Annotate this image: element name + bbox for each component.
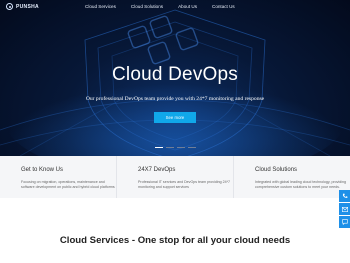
nav-item-about-us[interactable]: About Us xyxy=(178,4,197,9)
carousel-dot[interactable] xyxy=(177,147,185,148)
hero-banner: PUNSHA Cloud Services Cloud Solutions Ab… xyxy=(0,0,350,156)
nav-item-cloud-solutions[interactable]: Cloud Solutions xyxy=(131,4,163,9)
nav-item-contact-us[interactable]: Contact Us xyxy=(212,4,235,9)
feature-strip: Get to Know Us Focusing on migration, op… xyxy=(0,156,350,198)
hero-title: Cloud DevOps xyxy=(112,64,238,85)
brand-logo[interactable]: PUNSHA xyxy=(6,3,39,10)
see-more-button[interactable]: See more xyxy=(154,112,196,123)
carousel-dot[interactable] xyxy=(155,147,163,148)
feature-title: Get to Know Us xyxy=(21,167,64,173)
mail-icon xyxy=(341,206,348,212)
feature-card-devops[interactable]: 24X7 DevOps Professional IT services and… xyxy=(117,156,234,198)
feature-card-cloud-solutions[interactable]: Cloud Solutions Integrated with global l… xyxy=(234,156,350,198)
mail-button[interactable] xyxy=(339,203,350,215)
feature-description: Focusing on migration, operations, maint… xyxy=(21,180,115,189)
carousel-indicators xyxy=(155,147,199,148)
phone-button[interactable] xyxy=(339,190,350,202)
feature-title: 24X7 DevOps xyxy=(138,167,176,173)
chat-icon xyxy=(341,219,348,225)
nav-item-cloud-services[interactable]: Cloud Services xyxy=(85,4,116,9)
phone-icon xyxy=(342,193,347,198)
section-title: Cloud Services - One stop for all your c… xyxy=(0,235,350,246)
feature-title: Cloud Solutions xyxy=(255,167,298,173)
logo-icon xyxy=(6,3,13,10)
section-title-rest: - One stop for all your cloud needs xyxy=(129,235,291,246)
top-navbar: PUNSHA Cloud Services Cloud Solutions Ab… xyxy=(0,0,350,14)
carousel-dot[interactable] xyxy=(188,147,196,148)
chat-button[interactable] xyxy=(339,216,350,228)
main-nav: Cloud Services Cloud Solutions About Us … xyxy=(85,4,250,9)
side-contact-bar xyxy=(339,190,350,229)
feature-card-get-to-know-us[interactable]: Get to Know Us Focusing on migration, op… xyxy=(0,156,117,198)
hero-subtitle: Our professional DevOps team provide you… xyxy=(85,96,265,102)
feature-description: Integrated with global leading cloud tec… xyxy=(255,180,347,189)
carousel-dot[interactable] xyxy=(166,147,174,148)
brand-name: PUNSHA xyxy=(16,3,39,10)
section-title-strong: Cloud Services xyxy=(59,235,130,246)
feature-description: Professional IT services and DevOps team… xyxy=(138,180,231,189)
